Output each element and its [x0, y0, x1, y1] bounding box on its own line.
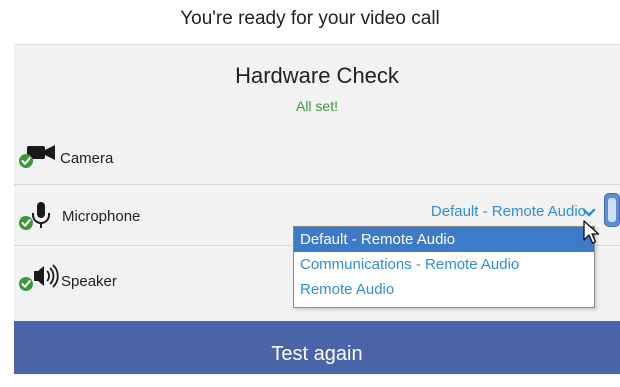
page-title: You're ready for your video call — [180, 8, 440, 29]
volume-level-handle[interactable] — [604, 193, 620, 227]
hardware-check-status: All set! — [295, 98, 338, 114]
microphone-select[interactable]: Default - Remote Audio — [431, 203, 586, 220]
microphone-options-list: Default - Remote Audio Communications - … — [293, 226, 595, 308]
check-icon — [19, 216, 33, 230]
microphone-option[interactable]: Default - Remote Audio — [294, 227, 594, 252]
device-label-microphone: Microphone — [62, 208, 141, 225]
speaker-icon — [19, 264, 59, 291]
mouse-pointer-icon — [583, 220, 600, 244]
chevron-down-icon[interactable] — [582, 207, 596, 219]
microphone-option[interactable]: Communications - Remote Audio — [294, 252, 594, 277]
microphone-icon — [19, 202, 50, 230]
check-icon — [19, 277, 33, 291]
hardware-check-title: Hardware Check — [235, 63, 399, 88]
microphone-option[interactable]: Remote Audio — [294, 277, 594, 302]
device-row-camera: Camera — [14, 123, 620, 183]
camera-icon — [19, 145, 55, 168]
device-label-camera: Camera — [60, 150, 114, 167]
check-icon — [19, 154, 33, 168]
device-label-speaker: Speaker — [61, 273, 117, 290]
test-again-button[interactable]: Test again — [14, 321, 620, 374]
